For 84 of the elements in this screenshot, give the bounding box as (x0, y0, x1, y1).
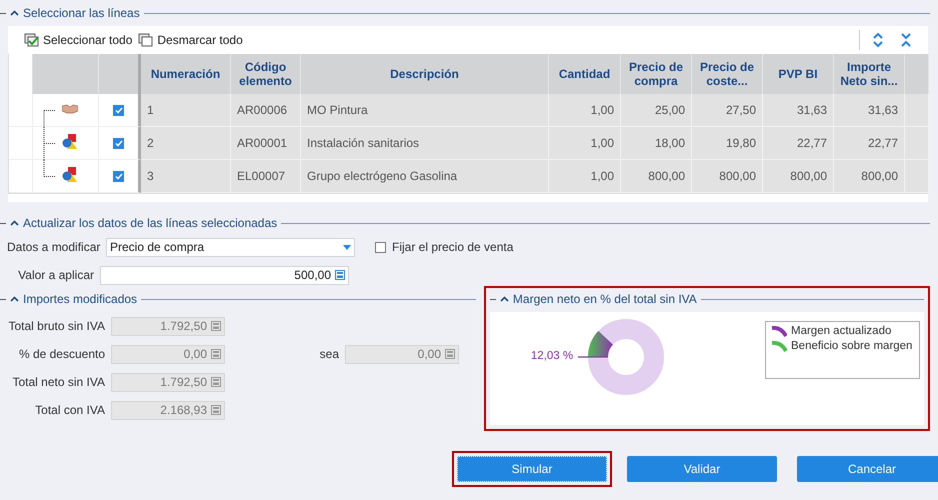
column-header (905, 54, 929, 94)
expand-all-icon[interactable] (872, 32, 884, 48)
handshake-icon (62, 104, 78, 114)
column-header[interactable]: Código elemento (231, 54, 301, 94)
action-button[interactable]: Simular (457, 456, 607, 482)
collapse-all-icon[interactable] (900, 32, 912, 48)
field-label: Total bruto sin IVA (8, 319, 105, 333)
legend-label: Beneficio sobre margen (791, 340, 912, 352)
section-title: Importes modificados (23, 292, 138, 306)
collapse-icon[interactable] (10, 10, 19, 16)
table-cell: 800,00 (834, 160, 905, 193)
amount-field: 1.792,50 (111, 372, 225, 392)
field-label: Valor a aplicar (17, 268, 94, 282)
table-cell: 1,00 (549, 94, 621, 127)
select-all-button[interactable]: Seleccionar todo (24, 33, 132, 47)
checkbox[interactable] (375, 242, 386, 252)
column-header[interactable]: Numeración (141, 54, 231, 94)
calculator-icon[interactable] (211, 321, 221, 331)
table-cell: Grupo electrógeno Gasolina (301, 160, 549, 193)
table-cell: 1,00 (549, 127, 621, 160)
amount-field: 2.168,93 (111, 400, 225, 420)
row-checkbox[interactable] (113, 170, 124, 182)
select-all-icon (24, 33, 40, 47)
table-cell: 800,00 (692, 160, 763, 193)
dropdown-field[interactable]: Precio de compra (106, 238, 355, 256)
table-cell: 800,00 (763, 160, 834, 193)
table-cell: 31,63 (834, 94, 905, 127)
table-cell: 25,00 (621, 94, 692, 127)
table-cell: 1,00 (549, 160, 621, 193)
action-button[interactable]: Cancelar (797, 456, 938, 482)
dropdown-arrow-icon (343, 244, 351, 250)
shapes-icon (62, 134, 78, 150)
calculator-icon[interactable] (445, 349, 455, 359)
calculator-icon[interactable] (211, 377, 221, 387)
table-cell: AR00001 (231, 127, 301, 160)
field-label: Total neto sin IVA (12, 375, 105, 389)
value-field[interactable]: 500,00 (100, 266, 349, 284)
unselect-all-icon (138, 33, 154, 47)
section-title: Seleccionar las líneas (23, 6, 140, 20)
table-cell: 19,80 (692, 127, 763, 160)
column-header[interactable]: Importe Neto sin... (834, 54, 905, 94)
collapse-icon[interactable] (500, 296, 509, 302)
shapes-icon (62, 166, 78, 182)
leader-line (578, 356, 608, 358)
section-title: Actualizar los datos de las líneas seleccionadas (23, 216, 278, 230)
legend-label: Margen actualizado (791, 325, 892, 337)
column-header[interactable]: PVP BI (763, 54, 834, 94)
table-cell: MO Pintura (301, 94, 549, 127)
table-cell: 18,00 (621, 127, 692, 160)
table-cell: Instalación sanitarios (301, 127, 549, 160)
column-header[interactable]: Descripción (301, 54, 549, 94)
field-label: Total con IVA (34, 403, 105, 417)
field-label: Datos a modificar (7, 240, 100, 254)
section-title: Margen neto en % del total sin IVA (512, 292, 697, 306)
table-cell: 31,63 (763, 94, 834, 127)
table-cell: 27,50 (692, 94, 763, 127)
column-header[interactable]: Cantidad (549, 54, 621, 94)
table-cell: EL00007 (231, 160, 301, 193)
collapse-icon[interactable] (10, 220, 19, 226)
amount-field: 0,00 (345, 344, 459, 364)
action-button[interactable]: Validar (627, 456, 777, 482)
collapse-icon[interactable] (10, 296, 19, 302)
calculator-icon[interactable] (211, 405, 221, 415)
field-label: % de descuento (18, 347, 105, 361)
table-cell: 3 (141, 160, 231, 193)
checkbox-label: Fijar el precio de venta (392, 240, 514, 254)
table-cell: 1 (141, 94, 231, 127)
data-label: 12,03 % (530, 350, 574, 362)
column-header[interactable]: Precio de compra (621, 54, 692, 94)
amount-field: 1.792,50 (111, 316, 225, 336)
amount-field: 0,00 (111, 344, 225, 364)
calculator-icon[interactable] (211, 349, 221, 359)
table-cell: 800,00 (621, 160, 692, 193)
row-checkbox[interactable] (113, 104, 124, 116)
table-cell: 22,77 (834, 127, 905, 160)
column-header[interactable]: Precio de coste... (692, 54, 763, 94)
field-label: sea (318, 347, 339, 361)
unselect-all-button[interactable]: Desmarcar todo (138, 33, 243, 47)
table-cell (905, 94, 929, 127)
table-cell: 22,77 (763, 127, 834, 160)
row-checkbox[interactable] (113, 138, 124, 148)
calculator-icon[interactable] (335, 270, 345, 280)
table-cell: 2 (141, 127, 231, 160)
table-cell: AR00006 (231, 94, 301, 127)
